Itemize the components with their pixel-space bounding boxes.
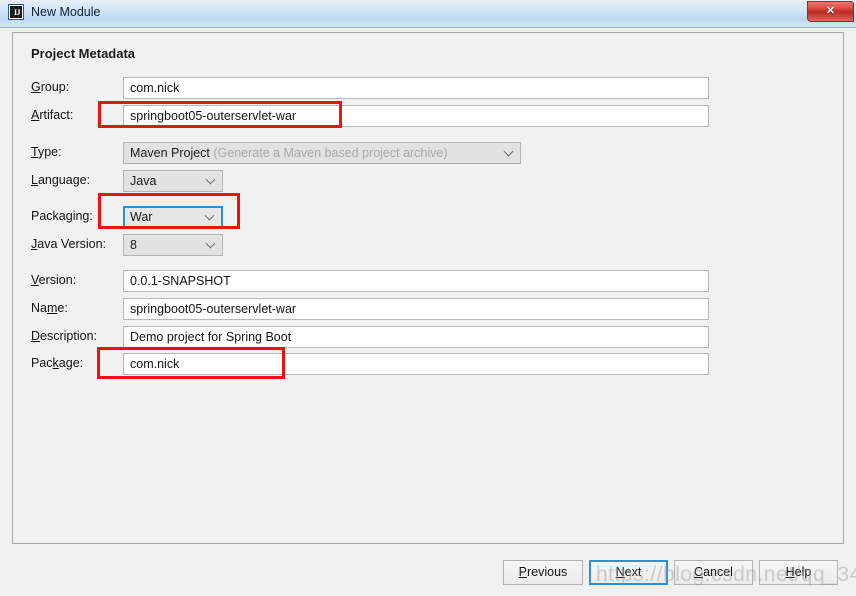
name-label: Name: [31, 301, 68, 315]
titlebar-left-group: IJ New Module [8, 4, 100, 20]
cancel-button[interactable]: Cancel [674, 560, 753, 585]
previous-button[interactable]: Previous [503, 560, 583, 585]
name-field[interactable]: springboot05-outerservlet-war [123, 298, 709, 320]
intellij-idea-icon-glyph: IJ [13, 8, 21, 17]
dialog-content-panel: Project Metadata Group: com.nick Artifact:… [12, 32, 844, 544]
help-button[interactable]: Help [759, 560, 838, 585]
close-icon[interactable]: ✕ [807, 1, 854, 22]
artifact-label: Artifact: [31, 108, 74, 122]
description-label: Description: [31, 329, 98, 343]
group-field[interactable]: com.nick [123, 77, 709, 99]
java-version-label: Java Version: [31, 237, 107, 251]
package-field[interactable]: com.nick [123, 353, 709, 375]
packaging-label: Packaging: [31, 209, 93, 223]
description-field[interactable]: Demo project for Spring Boot [123, 326, 709, 348]
artifact-field[interactable]: springboot05-outerservlet-war [123, 105, 709, 127]
new-module-dialog: IJ New Module ✕ Project Metadata Group: c… [0, 0, 856, 596]
next-button[interactable]: Next [589, 560, 668, 585]
type-label: Type: [31, 145, 62, 159]
packaging-combo[interactable]: War [123, 206, 223, 228]
packaging-combo-value: War [130, 210, 153, 224]
version-field[interactable]: 0.0.1-SNAPSHOT [123, 270, 709, 292]
type-combo-hint: (Generate a Maven based project archive) [209, 146, 448, 160]
language-combo[interactable]: Java [123, 170, 223, 192]
type-combo[interactable]: Maven Project (Generate a Maven based pr… [123, 142, 521, 164]
group-label: Group: [31, 80, 70, 94]
window-titlebar: IJ New Module ✕ [0, 0, 856, 28]
chevron-down-icon [206, 212, 214, 220]
java-version-combo[interactable]: 8 [123, 234, 223, 256]
language-combo-value: Java [130, 174, 157, 188]
type-combo-value: Maven Project [130, 146, 210, 160]
version-label: Version: [31, 273, 77, 287]
language-label: Language: [31, 173, 91, 187]
page-title: Project Metadata [31, 46, 136, 61]
window-title: New Module [31, 5, 101, 19]
chevron-down-icon [505, 148, 513, 156]
package-label: Package: [31, 356, 84, 370]
java-version-combo-value: 8 [130, 238, 137, 252]
chevron-down-icon [207, 240, 215, 248]
intellij-idea-icon: IJ [8, 4, 24, 20]
chevron-down-icon [207, 176, 215, 184]
